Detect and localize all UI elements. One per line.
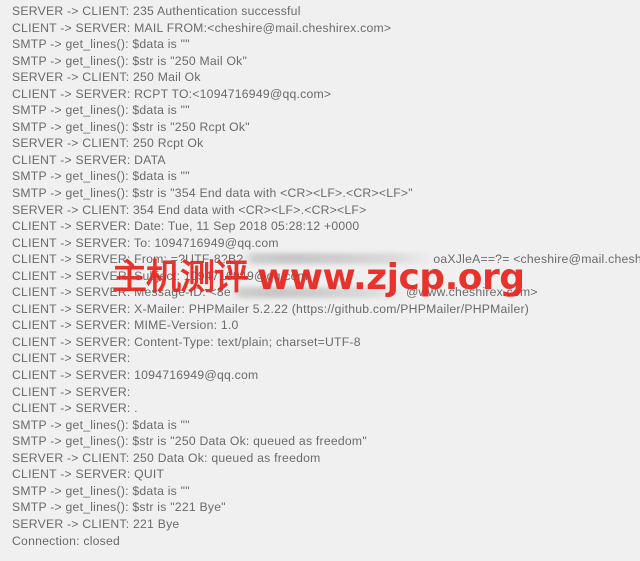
log-line-text: CLIENT -> SERVER: Date: Tue, 11 Sep 2018… <box>12 219 360 234</box>
log-line-text: SMTP -> get_lines(): $data is "" <box>12 483 190 498</box>
log-line-suffix: oaXJleA==?= <cheshire@mail.cheshirex.com… <box>433 252 640 267</box>
log-line-text: SERVER -> CLIENT: 250 Data Ok: queued as… <box>12 450 321 465</box>
log-line: CLIENT -> SERVER: X-Mailer: PHPMailer 5.… <box>0 301 640 318</box>
log-line-text: CLIENT -> SERVER: DATA <box>12 152 166 167</box>
redacted-blur-region <box>230 286 406 298</box>
log-line: CLIENT -> SERVER: RCPT TO:<1094716949@qq… <box>0 86 640 103</box>
log-line-list: SERVER -> CLIENT: 235 Authentication suc… <box>0 3 640 549</box>
log-line: CLIENT -> SERVER: <box>0 384 640 401</box>
log-line: SMTP -> get_lines(): $str is "250 Mail O… <box>0 53 640 70</box>
log-line: CLIENT -> SERVER: Content-Type: text/pla… <box>0 334 640 351</box>
smtp-debug-log-console: SERVER -> CLIENT: 235 Authentication suc… <box>0 0 640 561</box>
log-line: SMTP -> get_lines(): $str is "354 End da… <box>0 185 640 202</box>
log-line: CLIENT -> SERVER: To: 1094716949@qq.com <box>0 235 640 252</box>
log-line-suffix: @www.cheshirex.com> <box>405 285 538 300</box>
log-line-text: CLIENT -> SERVER: QUIT <box>12 467 165 482</box>
log-line-text: SMTP -> get_lines(): $str is "221 Bye" <box>12 500 226 515</box>
log-line: CLIENT -> SERVER: DATA <box>0 152 640 169</box>
log-line: SMTP -> get_lines(): $str is "250 Data O… <box>0 433 640 450</box>
log-line-text: SMTP -> get_lines(): $str is "250 Mail O… <box>12 53 248 68</box>
log-line: SERVER -> CLIENT: 235 Authentication suc… <box>0 3 640 20</box>
log-line-text: SERVER -> CLIENT: 221 Bye <box>12 516 180 531</box>
log-line-text: SERVER -> CLIENT: 250 Rcpt Ok <box>12 136 204 151</box>
log-line: Connection: closed <box>0 533 640 550</box>
log-line: CLIENT -> SERVER: QUIT <box>0 466 640 483</box>
log-line: SMTP -> get_lines(): $str is "221 Bye" <box>0 499 640 516</box>
log-line: CLIENT -> SERVER: Date: Tue, 11 Sep 2018… <box>0 218 640 235</box>
log-line: SMTP -> get_lines(): $data is "" <box>0 483 640 500</box>
log-line: CLIENT -> SERVER: Message-ID: <8e @www.ch… <box>0 284 640 301</box>
log-line: SMTP -> get_lines(): $data is "" <box>0 168 640 185</box>
log-line-prefix: CLIENT -> SERVER: Message-ID: <8e <box>12 285 231 300</box>
log-line-text: CLIENT -> SERVER: Subject: 1094716949@qq… <box>12 268 309 283</box>
log-line-text: SMTP -> get_lines(): $str is "250 Rcpt O… <box>12 119 250 134</box>
log-line-text: SMTP -> get_lines(): $str is "250 Data O… <box>12 434 367 449</box>
log-line: SERVER -> CLIENT: 250 Data Ok: queued as… <box>0 450 640 467</box>
log-line: CLIENT -> SERVER: Subject: 1094716949@qq… <box>0 268 640 285</box>
log-line-text: CLIENT -> SERVER: To: 1094716949@qq.com <box>12 235 279 250</box>
log-line-text: CLIENT -> SERVER: 1094716949@qq.com <box>12 368 259 383</box>
log-line: SMTP -> get_lines(): $str is "250 Rcpt O… <box>0 119 640 136</box>
log-line-text: SMTP -> get_lines(): $data is "" <box>12 417 190 432</box>
log-line: CLIENT -> SERVER: MAIL FROM:<cheshire@ma… <box>0 20 640 37</box>
log-line: SMTP -> get_lines(): $data is "" <box>0 417 640 434</box>
log-line-text: Connection: closed <box>12 533 121 548</box>
log-line: SERVER -> CLIENT: 250 Rcpt Ok <box>0 135 640 152</box>
log-line-text: CLIENT -> SERVER: X-Mailer: PHPMailer 5.… <box>12 301 530 316</box>
log-line: CLIENT -> SERVER: 1094716949@qq.com <box>0 367 640 384</box>
log-line-text: SERVER -> CLIENT: 250 Mail Ok <box>12 70 201 85</box>
log-line-text: SERVER -> CLIENT: 235 Authentication suc… <box>12 4 301 18</box>
log-line-text: CLIENT -> SERVER: MIME-Version: 1.0 <box>12 318 239 333</box>
log-line-text: SMTP -> get_lines(): $data is "" <box>12 169 190 184</box>
log-line-text: SMTP -> get_lines(): $data is "" <box>12 103 190 118</box>
log-line-text: CLIENT -> SERVER: Content-Type: text/pla… <box>12 334 361 349</box>
log-line: SERVER -> CLIENT: 250 Mail Ok <box>0 69 640 86</box>
log-line: CLIENT -> SERVER: From: =?UTF-8?B? oaXJle… <box>0 251 640 268</box>
log-line: SMTP -> get_lines(): $data is "" <box>0 36 640 53</box>
log-line-text: SMTP -> get_lines(): $str is "354 End da… <box>12 186 413 201</box>
log-line: CLIENT -> SERVER: <box>0 350 640 367</box>
log-line-prefix: CLIENT -> SERVER: From: =?UTF-8?B? <box>12 252 244 267</box>
log-line-text: CLIENT -> SERVER: RCPT TO:<1094716949@qq… <box>12 86 332 101</box>
log-line: SERVER -> CLIENT: 221 Bye <box>0 516 640 533</box>
redacted-blur-region <box>243 253 434 265</box>
log-line-text: CLIENT -> SERVER: MAIL FROM:<cheshire@ma… <box>12 20 392 35</box>
log-line-text: SERVER -> CLIENT: 354 End data with <CR>… <box>12 202 367 217</box>
log-line-text: CLIENT -> SERVER: <box>12 351 131 366</box>
log-line: CLIENT -> SERVER: . <box>0 400 640 417</box>
log-line: SERVER -> CLIENT: 354 End data with <CR>… <box>0 202 640 219</box>
log-line: SMTP -> get_lines(): $data is "" <box>0 102 640 119</box>
log-line-text: SMTP -> get_lines(): $data is "" <box>12 37 190 52</box>
log-line-text: CLIENT -> SERVER: . <box>12 401 138 416</box>
log-line-text: CLIENT -> SERVER: <box>12 384 131 399</box>
log-line: CLIENT -> SERVER: MIME-Version: 1.0 <box>0 317 640 334</box>
